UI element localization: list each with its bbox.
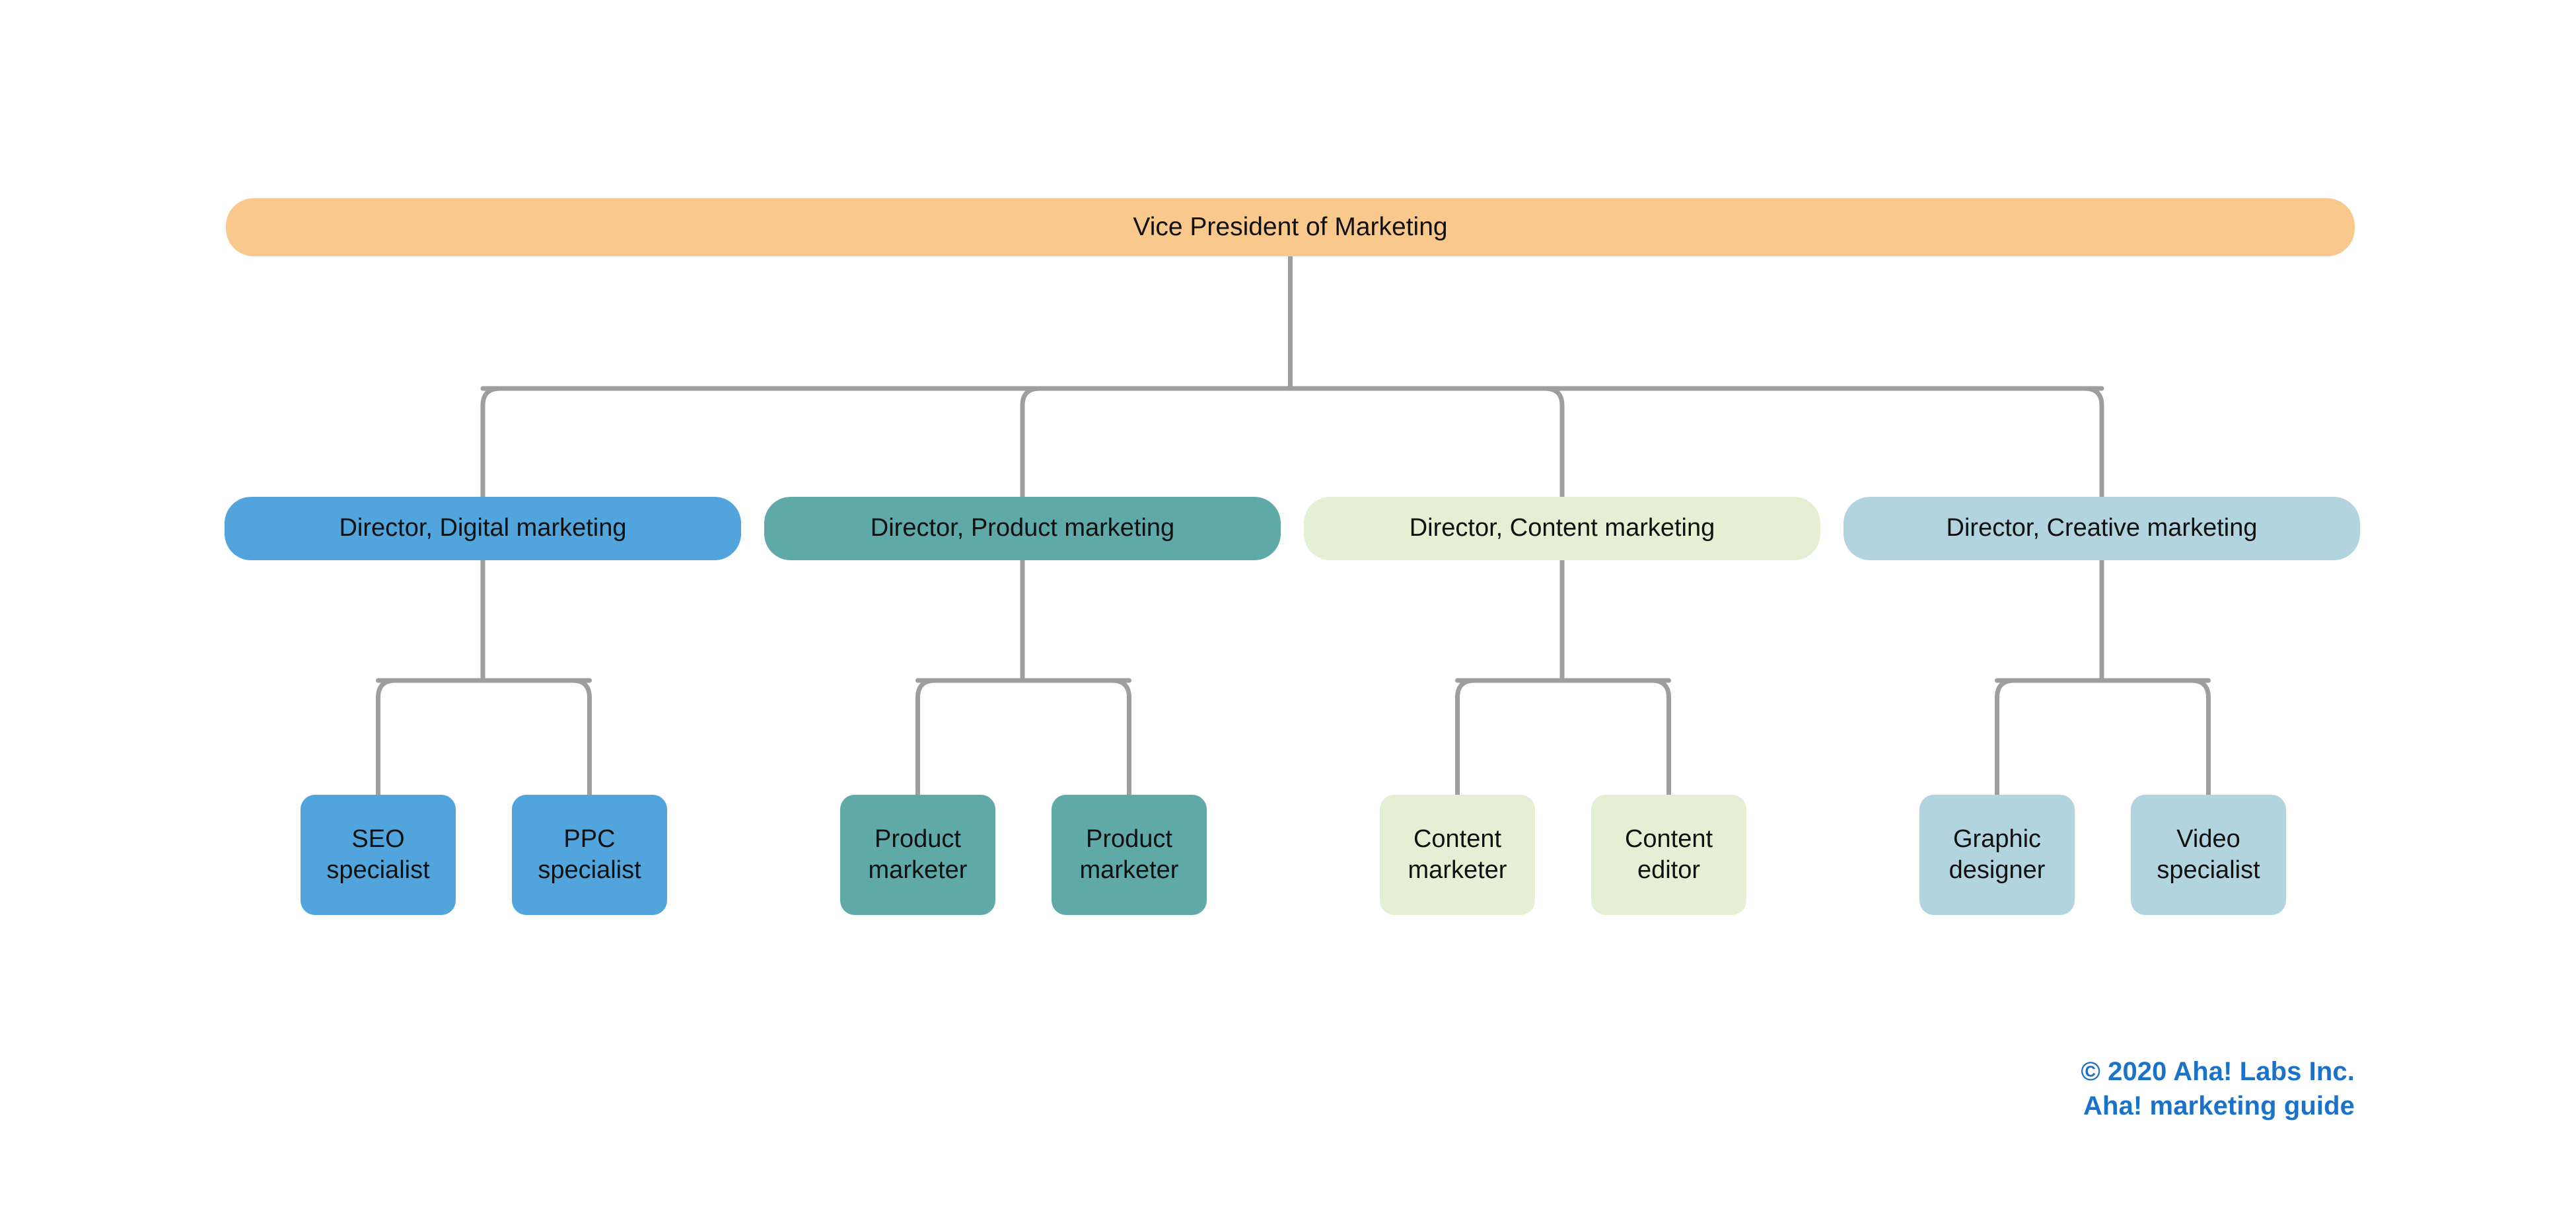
footer-line-2: Aha! marketing guide xyxy=(2083,1091,2355,1120)
leaf-node-label: Product marketer xyxy=(868,824,968,885)
org-chart-canvas: Vice President of Marketing Director, Dig… xyxy=(0,0,2576,1209)
org-node-seo[interactable]: SEO specialist xyxy=(301,795,456,915)
footer-credit: © 2020 Aha! Labs Inc. Aha! marketing guid… xyxy=(0,1054,2355,1123)
org-node-dir-digital[interactable]: Director, Digital marketing xyxy=(225,497,741,560)
connector-branch-graphic-designer xyxy=(1995,678,2017,797)
connector-branch-dir-creative xyxy=(2082,386,2104,499)
leaf-node-label: SEO specialist xyxy=(326,824,430,885)
org-node-dir-product[interactable]: Director, Product marketing xyxy=(764,497,1281,560)
org-node-dir-content[interactable]: Director, Content marketing xyxy=(1304,497,1820,560)
footer-line-1: © 2020 Aha! Labs Inc. xyxy=(2081,1057,2355,1086)
leaf-node-label: Graphic designer xyxy=(1949,824,2046,885)
director-node-label: Director, Content marketing xyxy=(1409,514,1715,542)
connector-lines xyxy=(376,254,2211,797)
connector-branch-dir-digital xyxy=(480,386,503,499)
org-node-video-specialist[interactable]: Video specialist xyxy=(2131,795,2286,915)
connector-branch-dir-content xyxy=(1542,386,1565,499)
org-node-graphic-designer[interactable]: Graphic designer xyxy=(1919,795,2075,915)
org-node-content-marketer[interactable]: Content marketer xyxy=(1380,795,1535,915)
org-node-pmm-1[interactable]: Product marketer xyxy=(840,795,995,915)
leaf-node-label: PPC specialist xyxy=(538,824,641,885)
leaf-node-label: Product marketer xyxy=(1079,824,1179,885)
connector-branch-pmm-1 xyxy=(915,678,937,797)
connector-branch-video-specialist xyxy=(2189,678,2211,797)
director-node-label: Director, Creative marketing xyxy=(1946,514,2258,542)
connector-branch-pmm-2 xyxy=(1110,678,1131,797)
org-node-ppc[interactable]: PPC specialist xyxy=(512,795,667,915)
connector-branch-dir-product xyxy=(1020,386,1042,499)
org-node-content-editor[interactable]: Content editor xyxy=(1591,795,1746,915)
leaf-node-label: Content marketer xyxy=(1408,824,1507,885)
connector-branch-content-marketer xyxy=(1455,678,1477,797)
director-node-label: Director, Product marketing xyxy=(870,514,1175,542)
director-node-label: Director, Digital marketing xyxy=(339,514,627,542)
leaf-node-label: Content editor xyxy=(1624,824,1713,885)
leaf-node-label: Video specialist xyxy=(2157,824,2260,885)
connector-branch-seo xyxy=(376,678,398,797)
org-node-dir-creative[interactable]: Director, Creative marketing xyxy=(1843,497,2360,560)
connector-branch-content-editor xyxy=(1649,678,1671,797)
root-node-label: Vice President of Marketing xyxy=(1133,212,1448,241)
org-node-vp[interactable]: Vice President of Marketing xyxy=(226,198,2355,256)
connector-branch-ppc xyxy=(570,678,592,797)
org-node-pmm-2[interactable]: Product marketer xyxy=(1052,795,1207,915)
